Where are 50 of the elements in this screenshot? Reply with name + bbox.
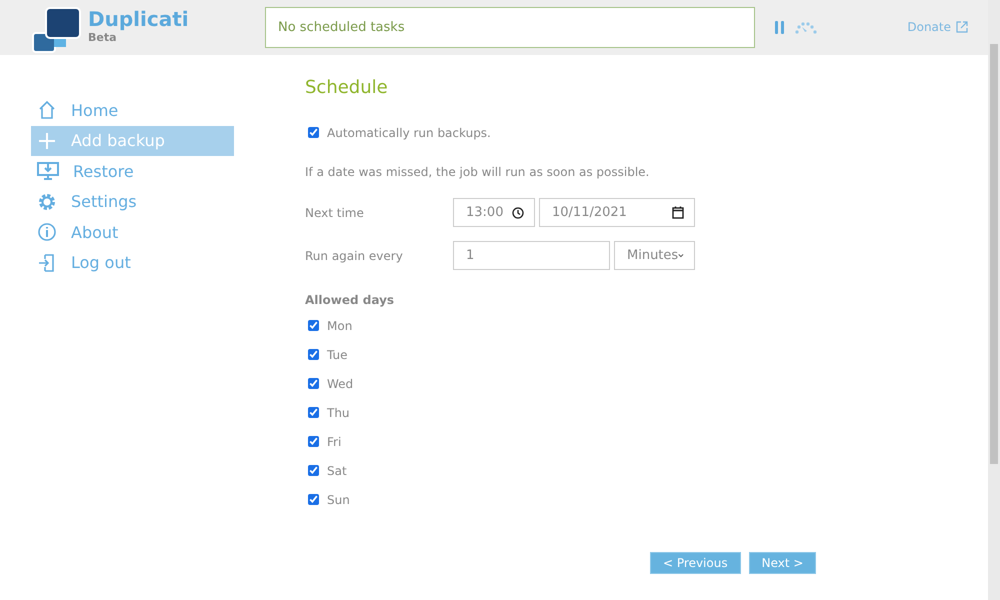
- settings-icon: [37, 192, 57, 212]
- checkbox-label: Thu: [327, 406, 350, 420]
- checkbox[interactable]: [308, 407, 319, 418]
- field-label: Next time: [305, 206, 365, 220]
- sidebar-item[interactable]: Add backup: [31, 126, 234, 156]
- checkbox[interactable]: [308, 127, 319, 138]
- sidebar-item[interactable]: About: [31, 217, 234, 248]
- logo-icon: [32, 4, 82, 54]
- clock-icon: [512, 206, 524, 218]
- logout-icon: [37, 252, 57, 273]
- info-icon: [37, 222, 57, 242]
- checkbox-label: Tue: [327, 348, 348, 362]
- previous-button[interactable]: < Previous: [650, 552, 741, 574]
- status-box: No scheduled tasks: [265, 7, 755, 48]
- external-link-icon: [956, 20, 968, 32]
- checkbox-label: Sun: [327, 492, 350, 506]
- home-icon: [37, 100, 57, 120]
- checkbox[interactable]: [308, 349, 319, 360]
- monitor-download-icon: [37, 161, 59, 182]
- section-title: Schedule: [305, 77, 389, 98]
- checkbox-label: Sat: [327, 464, 347, 478]
- sidebar-item[interactable]: Home: [31, 95, 234, 126]
- note-text: If a date was missed, the job will run as soon as possible.: [305, 165, 650, 179]
- checkbox[interactable]: [308, 436, 319, 447]
- scrollbar-thumb[interactable]: [990, 44, 998, 464]
- checkbox-label: Mon: [327, 318, 352, 332]
- donate-link[interactable]: Donate: [907, 20, 968, 34]
- sidebar-item[interactable]: Settings: [31, 186, 234, 217]
- app-name: Duplicati: [88, 6, 189, 30]
- time-field[interactable]: 13:00: [453, 198, 535, 227]
- sidebar-item[interactable]: Restore: [31, 156, 234, 186]
- sidebar-item[interactable]: Log out: [31, 248, 234, 278]
- date-field[interactable]: 10/11/2021: [539, 198, 695, 227]
- chevron-down-icon: [678, 253, 684, 258]
- plus-icon: [37, 130, 57, 151]
- edition-label: Beta: [88, 30, 118, 44]
- scrollbar[interactable]: [988, 0, 1000, 600]
- checkbox[interactable]: [308, 494, 319, 505]
- checkbox-label: Fri: [327, 434, 342, 448]
- checkbox-label: Automatically run backups.: [327, 126, 491, 140]
- interval-field[interactable]: 1: [453, 241, 610, 270]
- checkbox[interactable]: [308, 378, 319, 389]
- next-button[interactable]: Next >: [748, 552, 816, 574]
- checkbox-label: Wed: [327, 376, 354, 390]
- unit-dropdown[interactable]: Minutes: [614, 241, 695, 270]
- field-label: Run again every: [305, 248, 404, 262]
- subheading: Allowed days: [305, 293, 396, 307]
- checkbox[interactable]: [308, 465, 319, 476]
- calendar-icon: [672, 206, 684, 219]
- checkbox[interactable]: [308, 320, 319, 331]
